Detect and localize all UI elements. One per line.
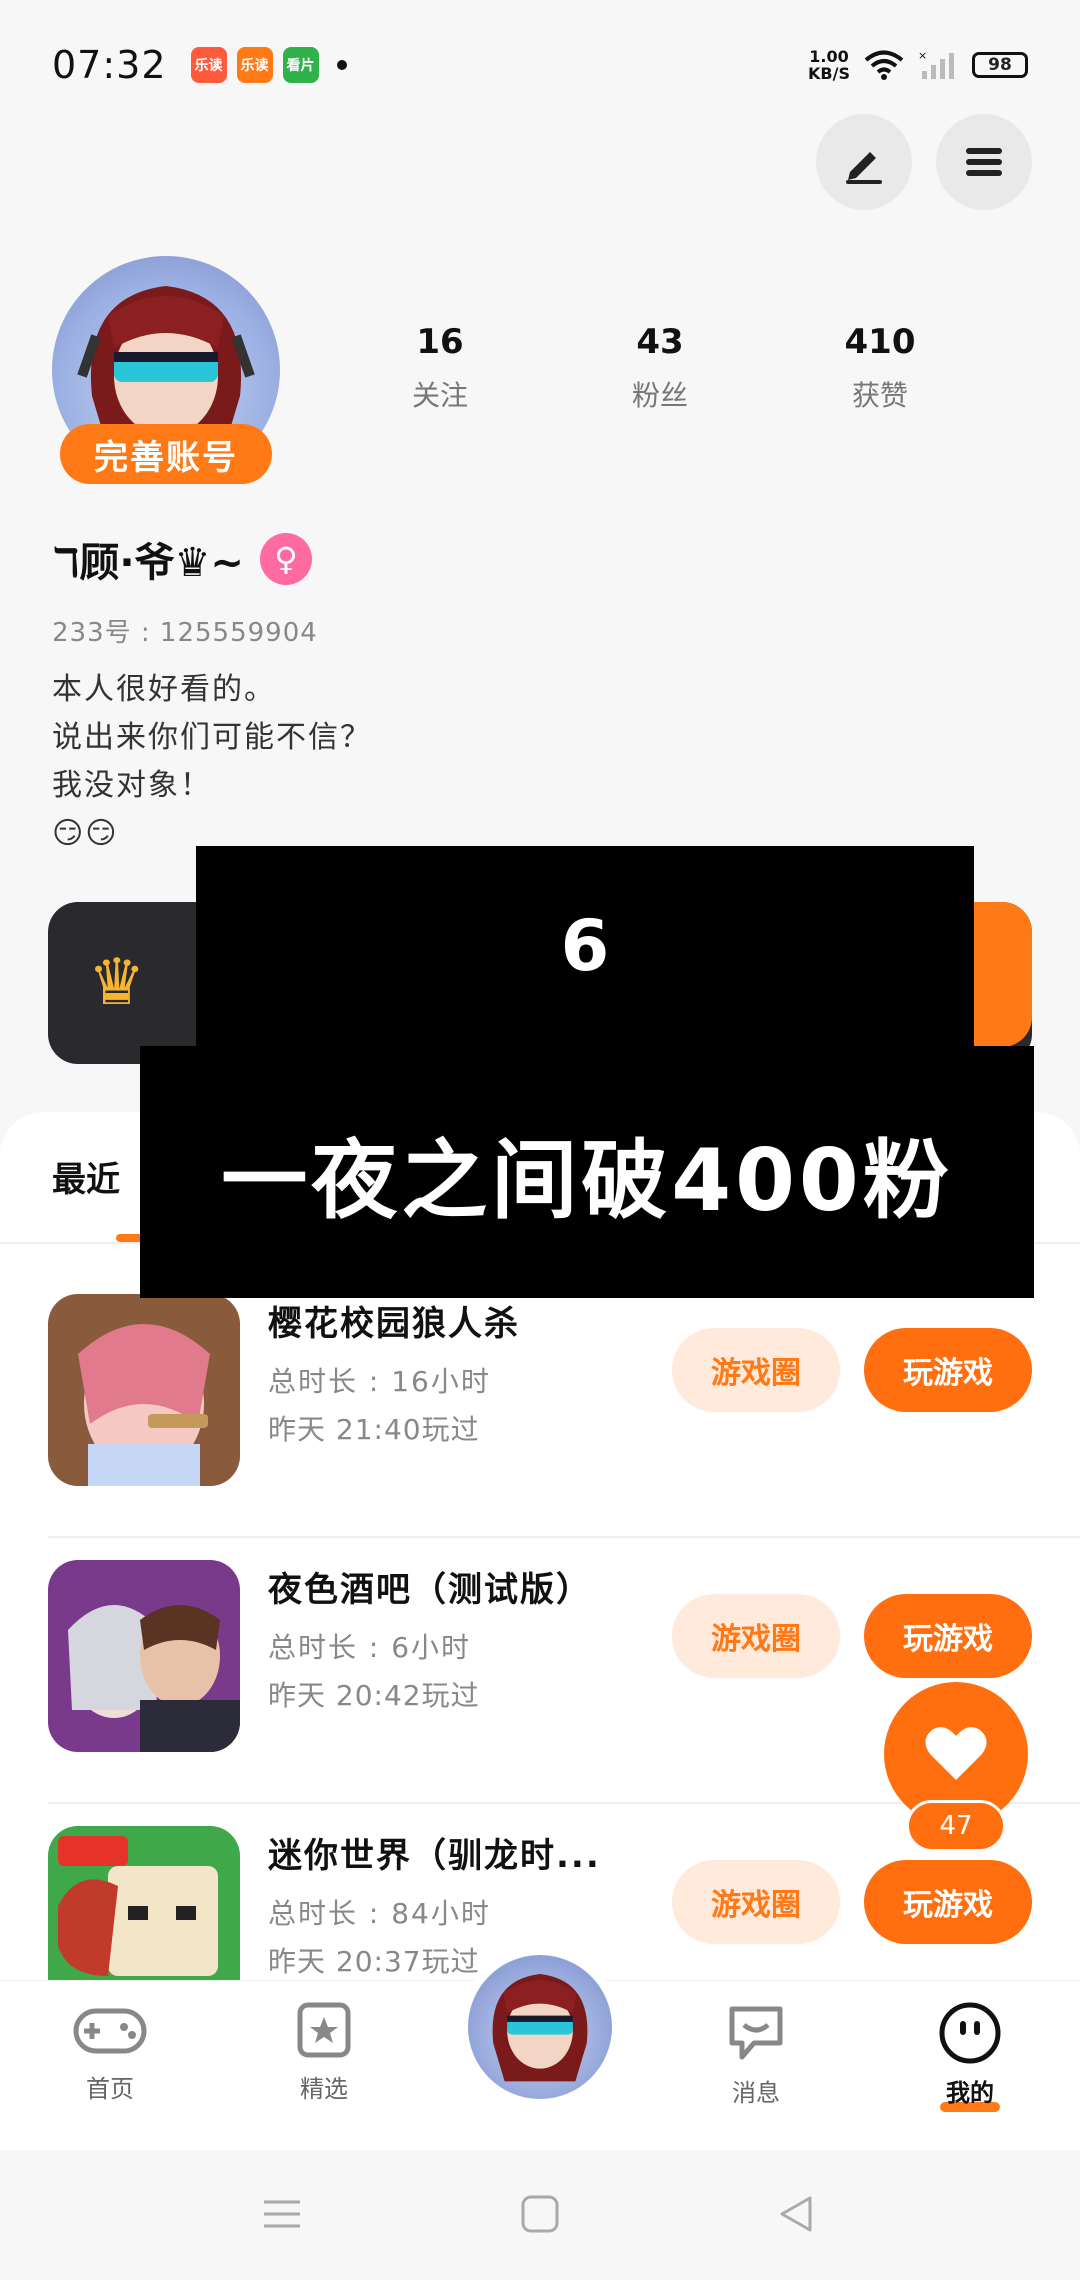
game-cover-image [48, 1560, 240, 1752]
stat-fans[interactable]: 43 粉丝 [550, 322, 770, 414]
like-count: 47 [906, 1800, 1006, 1852]
stat-following[interactable]: 16 关注 [330, 322, 550, 414]
bio: 本人很好看的。 说出来你们可能不信？ 我没对象！ 😏😏 [52, 666, 372, 858]
game-last-played: 昨天 20:42玩过 [268, 1679, 480, 1712]
game-cover-image [48, 1294, 240, 1486]
profile-stats: 16 关注 43 粉丝 410 获赞 [330, 322, 1030, 414]
bottom-nav: 首页 精选 消息 我的 [0, 1947, 1080, 2150]
profile-avatar-block: 完善账号 [52, 256, 280, 484]
nav-featured-label: 精选 [300, 2075, 348, 2103]
nav-home[interactable]: 首页 [50, 2001, 170, 2104]
game-title: 夜色酒吧（测试版） [268, 1570, 592, 1610]
chat-bubble-icon [729, 2006, 783, 2060]
game-last-played: 昨天 20:37玩过 [268, 1945, 480, 1978]
nav-messages[interactable]: 消息 [696, 2001, 816, 2108]
app-icon-3: 看片 [282, 47, 319, 83]
pen-icon [846, 152, 882, 184]
game-last-played: 昨天 21:40玩过 [268, 1413, 480, 1446]
status-bar: 07:32 乐读 乐读 看片 1.00 KB/S × 98 [0, 0, 1080, 130]
game-icon-sakura-werewolf[interactable] [48, 1294, 240, 1486]
app-icon-2: 乐读 [236, 47, 273, 83]
stat-following-value: 16 [416, 322, 464, 362]
status-time: 07:32 [52, 43, 167, 87]
wifi-icon [864, 50, 904, 80]
menu-button[interactable] [936, 114, 1032, 210]
nav-home-label: 首页 [86, 2075, 134, 2103]
smiley-face-icon [939, 2002, 1001, 2064]
star-bookmark-icon [297, 2002, 351, 2058]
crown-icon: ♛ [88, 946, 146, 1020]
bio-line: 说出来你们可能不信？ [52, 720, 372, 755]
cellular-signal-icon: × [918, 49, 954, 79]
battery-icon: 98 [972, 52, 1028, 78]
play-game-button[interactable]: 玩游戏 [864, 1594, 1032, 1678]
avatar-character-image [492, 1973, 588, 2082]
system-navigation-bar [0, 2150, 1080, 2280]
game-row[interactable]: 樱花校园狼人杀 总时长 : 16小时 昨天 21:40玩过 游戏圈 玩游戏 [48, 1272, 1080, 1538]
top-actions [816, 114, 1032, 210]
svg-text:×: × [918, 49, 927, 62]
female-gender-icon: ♀ [259, 533, 312, 585]
heart-icon [925, 1727, 987, 1780]
complete-account-button[interactable]: 完善账号 [60, 424, 272, 484]
status-right: 1.00 KB/S × 98 [808, 48, 1028, 82]
bio-line: 本人很好看的。 [52, 672, 276, 707]
game-duration: 总时长 : 6小时 [268, 1631, 472, 1664]
game-duration: 总时长 : 16小时 [268, 1365, 491, 1398]
bio-line: 我没对象！ [52, 768, 212, 803]
nav-center-avatar-button[interactable] [460, 1947, 620, 2107]
game-circle-button[interactable]: 游戏圈 [672, 1328, 840, 1412]
nickname: ℸ顾·爷♛~ [52, 540, 244, 586]
nav-featured[interactable]: 精选 [264, 2001, 384, 2104]
game-title: 迷你世界（驯龙时... [268, 1836, 601, 1876]
game-icon-night-bar[interactable] [48, 1560, 240, 1752]
overlay-caption-bottom: 一夜之间破400粉 [140, 1046, 1034, 1298]
stat-likes-label: 获赞 [851, 379, 908, 412]
stat-following-label: 关注 [411, 379, 468, 412]
game-circle-button[interactable]: 游戏圈 [672, 1860, 840, 1944]
game-circle-button[interactable]: 游戏圈 [672, 1594, 840, 1678]
nickname-row: ℸ顾·爷♛~ ♀ [52, 530, 312, 588]
hamburger-menu-icon [966, 148, 1002, 176]
nav-messages-label: 消息 [732, 2079, 780, 2107]
avatar [468, 1955, 612, 2099]
nav-mine[interactable]: 我的 [910, 2001, 1030, 2112]
game-duration: 总时长 : 84小时 [268, 1897, 491, 1930]
play-game-button[interactable]: 玩游戏 [864, 1860, 1032, 1944]
home-square-icon[interactable] [520, 2194, 560, 2234]
gamepad-icon [73, 2008, 147, 2054]
tab-recent[interactable]: 最近 [52, 1152, 120, 1201]
user-id: 233号 : 125559904 [52, 618, 318, 648]
stat-likes[interactable]: 410 获赞 [770, 322, 990, 414]
edit-profile-button[interactable] [816, 114, 912, 210]
overlay-caption-top: 6 [196, 846, 974, 1046]
play-game-button[interactable]: 玩游戏 [864, 1328, 1032, 1412]
recent-apps-icon[interactable] [262, 2194, 302, 2234]
stat-likes-value: 410 [844, 322, 916, 362]
app-icon-1: 乐读 [190, 47, 227, 83]
back-triangle-icon[interactable] [776, 2194, 816, 2234]
nav-mine-label: 我的 [946, 2079, 994, 2107]
net-speed: 1.00 KB/S [808, 47, 850, 83]
game-title: 樱花校园狼人杀 [268, 1304, 520, 1344]
stat-fans-label: 粉丝 [631, 379, 688, 412]
status-app-icons: 乐读 乐读 看片 [190, 47, 347, 83]
notification-dot-icon [336, 60, 347, 70]
stat-fans-value: 43 [636, 322, 684, 362]
